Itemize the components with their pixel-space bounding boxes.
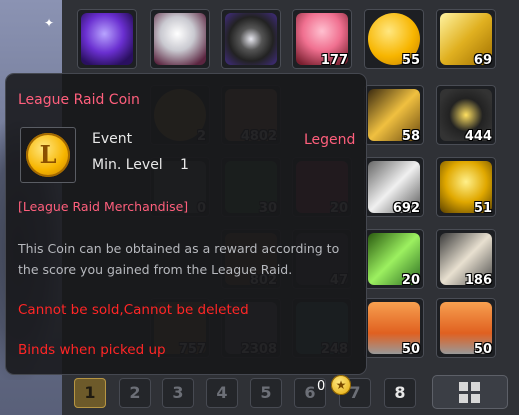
restriction-sell-delete: Cannot be sold,Cannot be deleted: [18, 302, 249, 318]
item-count: 50: [401, 342, 420, 357]
page-button-4[interactable]: 4: [206, 378, 238, 408]
item-count: 69: [473, 53, 492, 68]
purple-orb-icon: [81, 13, 133, 65]
inventory-slot[interactable]: 186: [436, 229, 496, 289]
star-coin-icon: ★: [331, 375, 351, 395]
inventory-slot[interactable]: 692: [364, 157, 424, 217]
min-level-value: 1: [180, 157, 189, 173]
item-count: 177: [320, 53, 348, 68]
inventory-slot[interactable]: 55: [364, 9, 424, 69]
page-button-8[interactable]: 8: [384, 378, 416, 408]
item-tooltip: [6, 74, 366, 374]
min-level-label: Min. Level: [92, 157, 163, 173]
grid-icon: [459, 382, 480, 403]
inventory-slot[interactable]: 69: [436, 9, 496, 69]
item-count: 55: [401, 53, 420, 68]
page-button-5[interactable]: 5: [250, 378, 282, 408]
inventory-slot[interactable]: [221, 9, 281, 69]
item-count: 50: [473, 342, 492, 357]
item-category: [League Raid Merchandise]: [18, 199, 189, 214]
inventory-slot[interactable]: [77, 9, 137, 69]
page-button-1[interactable]: 1: [74, 378, 106, 408]
item-icon-frame: L: [20, 127, 76, 183]
inventory-slot[interactable]: 20: [364, 229, 424, 289]
inventory-slot[interactable]: 51: [436, 157, 496, 217]
coin-count: 0: [317, 379, 326, 394]
grid-view-button[interactable]: [432, 375, 508, 409]
item-count: 20: [401, 273, 420, 288]
item-title: League Raid Coin: [18, 92, 140, 108]
item-count: 51: [473, 201, 492, 216]
page-button-2[interactable]: 2: [119, 378, 151, 408]
dark-orb-icon: [225, 13, 277, 65]
item-count: 444: [464, 129, 492, 144]
inventory-slot[interactable]: 58: [364, 85, 424, 145]
gold-coin-icon: L: [26, 133, 70, 177]
item-count: 58: [401, 129, 420, 144]
inventory-slot[interactable]: 50: [364, 298, 424, 358]
item-count: 692: [392, 201, 420, 216]
inventory-slot[interactable]: 177: [292, 9, 352, 69]
item-type: Event: [92, 131, 133, 147]
page-button-3[interactable]: 3: [162, 378, 194, 408]
inventory-slot[interactable]: 50: [436, 298, 496, 358]
inventory-slot[interactable]: 444: [436, 85, 496, 145]
sparkle-icon: ✦: [44, 16, 55, 30]
silver-orb-icon: [154, 13, 206, 65]
item-description: This Coin can be obtained as a reward ac…: [18, 241, 340, 277]
item-rarity: Legend: [304, 132, 356, 148]
item-count: 186: [464, 273, 492, 288]
inventory-slot[interactable]: [150, 9, 210, 69]
restriction-bind: Binds when picked up: [18, 342, 166, 358]
